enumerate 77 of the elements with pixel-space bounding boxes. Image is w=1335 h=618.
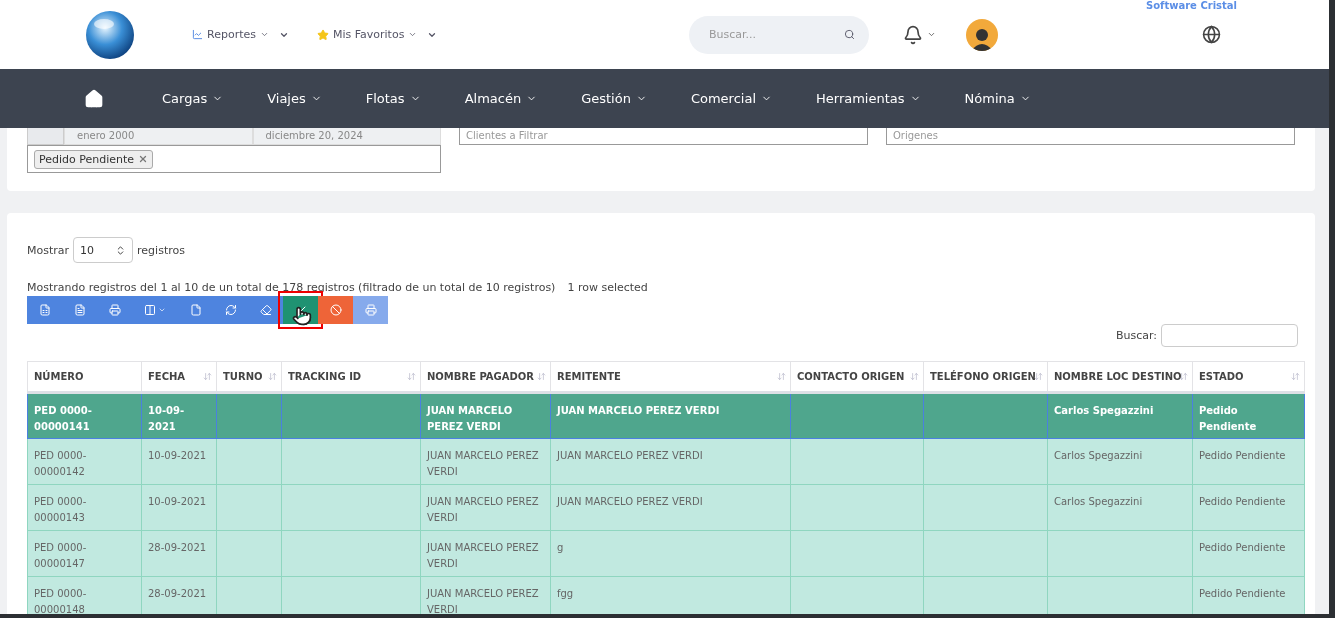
star-icon (316, 28, 329, 41)
erase-icon (259, 304, 272, 316)
globe-icon[interactable] (1202, 25, 1221, 44)
pdf-icon (73, 304, 86, 316)
page-size-select[interactable]: 10 (73, 237, 134, 263)
table-cell: Pedido Pendiente (1192, 392, 1305, 439)
table-cell (216, 576, 282, 614)
table-cell: 10-09-2021 (141, 438, 217, 485)
menu-link[interactable]: Reportes (192, 28, 289, 41)
hand-cursor-icon (292, 306, 312, 326)
table-cell: 10-09-2021 (141, 484, 217, 531)
table-cell: JUAN MARCELO PEREZ VERDI (420, 392, 551, 439)
home-icon[interactable] (84, 88, 104, 109)
table-cell: PED 0000-00000147 (27, 530, 142, 577)
logo (84, 8, 136, 61)
nav-item[interactable]: Viajes (267, 91, 322, 106)
show-label: Mostrar (27, 243, 70, 257)
caret-icon (158, 306, 166, 314)
table-cell (216, 438, 282, 485)
records-info: Mostrando registros del 1 al 10 de un total de 178 registros (filtrado de un total de 10 registros) (27, 281, 556, 294)
table-cell: 28-09-2021 (141, 576, 217, 614)
print-icon (108, 304, 121, 316)
remove-icon[interactable] (138, 154, 149, 164)
table-cell: PED 0000-00000142 (27, 438, 142, 485)
chevron-icon (259, 30, 269, 39)
nav-item[interactable]: Gestión (581, 91, 647, 106)
table-cell: PED 0000-00000148 (27, 576, 142, 614)
table-cell: JUAN MARCELO PEREZ VERDI (550, 392, 791, 439)
table-cell: fgg (550, 576, 791, 614)
nav-item[interactable]: Cargas (162, 91, 224, 106)
nav-item[interactable]: Herramientas (816, 91, 921, 106)
records-label: registros (137, 243, 185, 257)
table-cell (216, 530, 282, 577)
excel-icon (38, 304, 51, 316)
cancel-icon (329, 304, 342, 316)
sort-icon[interactable] (1179, 372, 1188, 381)
search-icon (844, 29, 855, 40)
bell-icon[interactable] (903, 24, 923, 45)
table-cell: Carlos Spegazzini (1047, 438, 1193, 485)
search-label: Buscar: (1115, 329, 1157, 342)
print-light-icon (364, 304, 377, 316)
table-cell: JUAN MARCELO PEREZ VERDI (550, 484, 791, 531)
table-cell: JUAN MARCELO PEREZ VERDI (420, 438, 551, 485)
csv-icon (189, 304, 202, 316)
table-cell: Pedido Pendiente (1192, 438, 1305, 485)
refresh-icon (224, 304, 237, 316)
menu-link[interactable]: Mis Favoritos (316, 28, 438, 41)
table-cell: JUAN MARCELO PEREZ VERDI (420, 576, 551, 614)
table-search-field[interactable] (1161, 324, 1298, 347)
table-cell (216, 392, 282, 439)
chart-icon (192, 29, 203, 40)
chevron-icon (408, 30, 418, 39)
nav-item[interactable]: Comercial (690, 91, 772, 106)
tag-field[interactable]: Pedido Pendiente (27, 145, 441, 173)
table-cell: 28-09-2021 (141, 530, 217, 577)
table-cell: Pedido Pendiente (1192, 484, 1305, 531)
table-cell: JUAN MARCELO PEREZ VERDI (420, 484, 551, 531)
table-cell: Pedido Pendiente (1192, 576, 1305, 614)
table-cell: JUAN MARCELO PEREZ VERDI (550, 438, 791, 485)
table-cell: Pedido Pendiente (1192, 530, 1305, 577)
table-cell (216, 484, 282, 531)
table-cell: g (550, 530, 791, 577)
table-cell: PED 0000-00000143 (27, 484, 142, 531)
nav-item[interactable]: Nómina (964, 91, 1031, 106)
table-cell: JUAN MARCELO PEREZ VERDI (420, 530, 551, 577)
table-cell: 10-09-2021 (141, 392, 217, 439)
columns-icon (144, 304, 156, 316)
caret-icon[interactable] (927, 30, 936, 39)
selection-info: 1 row selected (567, 281, 648, 294)
table-cell: PED 0000-00000141 (27, 392, 142, 439)
nav-item[interactable]: Almacén (464, 91, 538, 106)
table-cell: Carlos Spegazzini (1047, 392, 1193, 439)
avatar[interactable] (966, 18, 998, 51)
nav-item[interactable]: Flotas (365, 91, 421, 106)
tag-label: Pedido Pendiente (39, 152, 135, 166)
sort-icon[interactable] (1034, 372, 1043, 381)
table-cell: Carlos Spegazzini (1047, 484, 1193, 531)
